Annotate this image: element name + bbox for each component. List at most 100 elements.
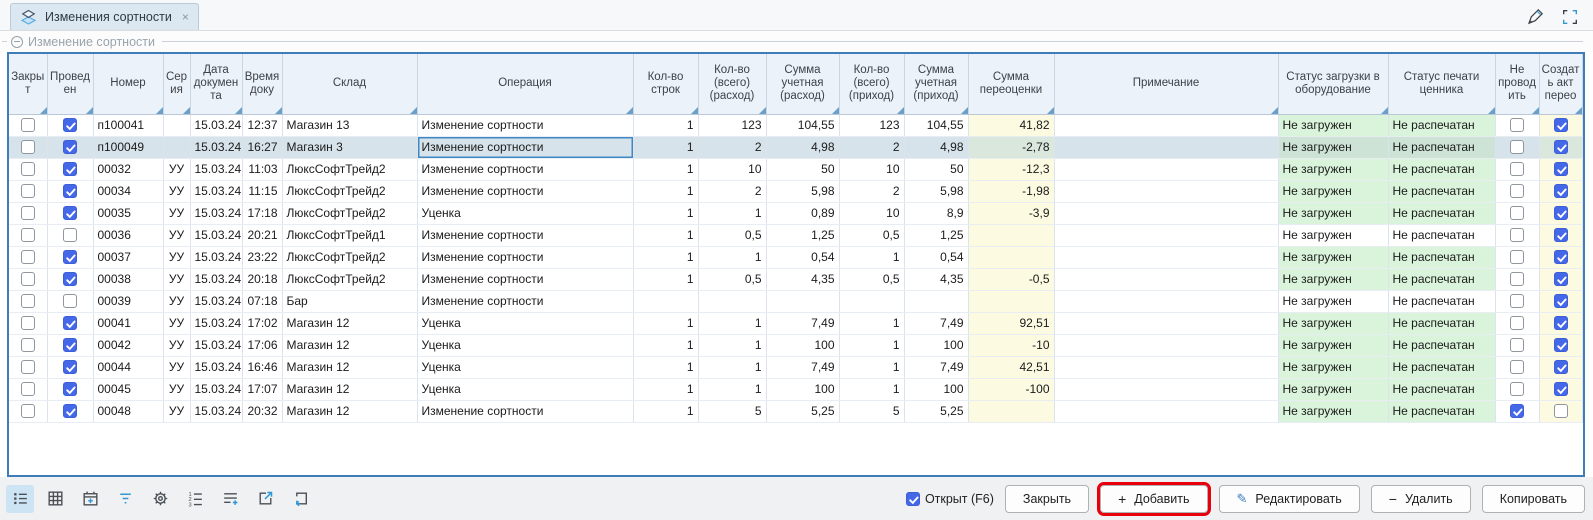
cell-operation[interactable]: Уценка (417, 356, 633, 378)
cell-note[interactable] (1054, 268, 1278, 290)
checkbox-unchecked[interactable] (21, 338, 35, 352)
cell-operation[interactable]: Изменение сортности (417, 136, 633, 158)
cell-operation[interactable]: Уценка (417, 334, 633, 356)
checkbox-checked[interactable] (1510, 404, 1524, 418)
table-view-icon[interactable] (41, 485, 69, 513)
cell-sum_in[interactable]: 5,25 (904, 400, 968, 422)
edit-button[interactable]: ✎Редактировать (1219, 485, 1360, 513)
checkbox-unchecked[interactable] (1510, 162, 1524, 176)
cell-print_status[interactable]: Не распечатан (1388, 312, 1495, 334)
cell-doc_date[interactable]: 15.03.24 (190, 312, 242, 334)
cell-closed[interactable] (9, 136, 47, 158)
cell-doc_time[interactable]: 20:21 (242, 224, 282, 246)
column-header-load_status[interactable]: Статус загрузки в оборудование (1278, 54, 1388, 114)
cell-reval[interactable] (968, 290, 1054, 312)
cell-warehouse[interactable]: ЛюксСофтТрейд2 (282, 246, 417, 268)
cell-number[interactable]: п100049 (93, 136, 163, 158)
cell-posted[interactable] (47, 268, 93, 290)
checkbox-unchecked[interactable] (21, 118, 35, 132)
cell-sum_in[interactable]: 8,9 (904, 202, 968, 224)
cell-sum_in[interactable]: 7,49 (904, 312, 968, 334)
cell-sum_out[interactable]: 1,25 (766, 224, 839, 246)
checkbox-checked[interactable] (63, 140, 77, 154)
list-view-icon[interactable] (6, 485, 34, 513)
column-header-operation[interactable]: Операция (417, 54, 633, 114)
cell-create_act[interactable] (1539, 290, 1582, 312)
cell-reval[interactable]: -12,3 (968, 158, 1054, 180)
cell-posted[interactable] (47, 378, 93, 400)
cell-operation[interactable]: Уценка (417, 202, 633, 224)
cell-doc_date[interactable]: 15.03.24 (190, 268, 242, 290)
cell-closed[interactable] (9, 356, 47, 378)
cell-doc_date[interactable]: 15.03.24 (190, 400, 242, 422)
cell-load_status[interactable]: Не загружен (1278, 224, 1388, 246)
cell-number[interactable]: 00045 (93, 378, 163, 400)
table-row[interactable]: 00042УУ15.03.2417:06Магазин 12Уценка1110… (9, 334, 1582, 356)
cell-no_post[interactable] (1495, 356, 1539, 378)
checkbox-checked[interactable] (1554, 140, 1568, 154)
cell-create_act[interactable] (1539, 136, 1582, 158)
tab-izmeneniya-sortnosti[interactable]: Изменения сортности × (10, 3, 199, 30)
cell-qty_out[interactable]: 5 (698, 400, 766, 422)
checkbox-checked[interactable] (63, 272, 77, 286)
cell-lines[interactable]: 1 (633, 268, 698, 290)
cell-lines[interactable]: 1 (633, 356, 698, 378)
cell-doc_date[interactable]: 15.03.24 (190, 290, 242, 312)
cell-create_act[interactable] (1539, 312, 1582, 334)
cell-note[interactable] (1054, 136, 1278, 158)
cell-create_act[interactable] (1539, 114, 1582, 136)
cell-closed[interactable] (9, 224, 47, 246)
column-header-doc_time[interactable]: Время доку (242, 54, 282, 114)
cell-no_post[interactable] (1495, 268, 1539, 290)
checkbox-unchecked[interactable] (21, 360, 35, 374)
cell-warehouse[interactable]: Магазин 12 (282, 378, 417, 400)
cell-doc_date[interactable]: 15.03.24 (190, 356, 242, 378)
checkbox-checked[interactable] (1554, 162, 1568, 176)
checkbox-checked[interactable] (63, 404, 77, 418)
cell-warehouse[interactable]: ЛюксСофтТрейд1 (282, 224, 417, 246)
cell-qty_out[interactable]: 1 (698, 378, 766, 400)
cell-qty_in[interactable]: 1 (839, 334, 904, 356)
cell-doc_time[interactable]: 17:07 (242, 378, 282, 400)
checkbox-checked[interactable] (1554, 316, 1568, 330)
cell-sum_out[interactable]: 50 (766, 158, 839, 180)
collapse-minus-icon[interactable] (11, 36, 23, 48)
cell-doc_date[interactable]: 15.03.24 (190, 224, 242, 246)
cell-sum_in[interactable]: 100 (904, 334, 968, 356)
cell-doc_date[interactable]: 15.03.24 (190, 180, 242, 202)
cell-series[interactable]: УУ (163, 334, 190, 356)
column-header-reval[interactable]: Сумма переоценки (968, 54, 1054, 114)
add-rows-icon[interactable] (216, 485, 244, 513)
checkbox-unchecked[interactable] (1510, 118, 1524, 132)
column-header-sum_out[interactable]: Сумма учетная (расход) (766, 54, 839, 114)
cell-qty_out[interactable]: 1 (698, 202, 766, 224)
cell-load_status[interactable]: Не загружен (1278, 378, 1388, 400)
cell-no_post[interactable] (1495, 224, 1539, 246)
checkbox-checked[interactable] (1554, 250, 1568, 264)
table-row[interactable]: 00036УУ15.03.2420:21ЛюксСофтТрейд1Измене… (9, 224, 1582, 246)
cell-lines[interactable]: 1 (633, 378, 698, 400)
column-header-sum_in[interactable]: Сумма учетная (приход) (904, 54, 968, 114)
checkbox-unchecked[interactable] (63, 294, 77, 308)
cell-print_status[interactable]: Не распечатан (1388, 158, 1495, 180)
cell-doc_time[interactable]: 17:06 (242, 334, 282, 356)
cell-reval[interactable] (968, 246, 1054, 268)
cell-warehouse[interactable]: Магазин 12 (282, 400, 417, 422)
cell-posted[interactable] (47, 224, 93, 246)
cell-doc_date[interactable]: 15.03.24 (190, 378, 242, 400)
checkbox-unchecked[interactable] (21, 140, 35, 154)
cell-warehouse[interactable]: Магазин 12 (282, 334, 417, 356)
cell-note[interactable] (1054, 312, 1278, 334)
cell-sum_out[interactable]: 7,49 (766, 312, 839, 334)
cell-series[interactable]: УУ (163, 158, 190, 180)
cell-number[interactable]: 00042 (93, 334, 163, 356)
checkbox-checked[interactable] (63, 250, 77, 264)
table-row[interactable]: п10004915.03.2416:27Магазин 3Изменение с… (9, 136, 1582, 158)
cell-warehouse[interactable]: ЛюксСофтТрейд2 (282, 180, 417, 202)
cell-sum_out[interactable]: 100 (766, 334, 839, 356)
cell-note[interactable] (1054, 224, 1278, 246)
cell-closed[interactable] (9, 246, 47, 268)
checkbox-unchecked[interactable] (21, 250, 35, 264)
calendar-view-icon[interactable] (76, 485, 104, 513)
cell-load_status[interactable]: Не загружен (1278, 246, 1388, 268)
